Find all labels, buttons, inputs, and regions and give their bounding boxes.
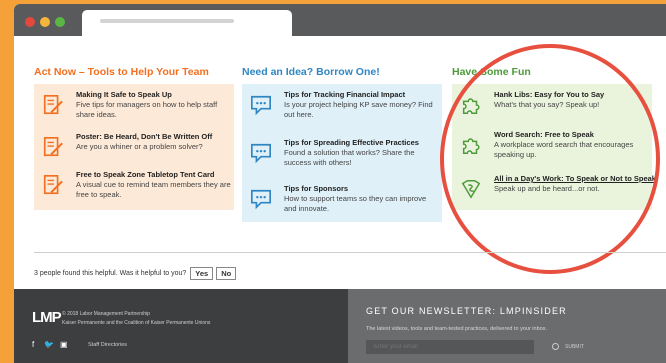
staff-directories-link[interactable]: Staff Directories bbox=[88, 342, 127, 348]
item-description: How to support teams so they can improve… bbox=[284, 194, 427, 213]
list-item[interactable]: Poster: Be Heard, Don't Be Written Off A… bbox=[34, 132, 234, 168]
need-idea-card: Tips for Tracking Financial Impact Is yo… bbox=[242, 84, 442, 222]
twitter-icon[interactable]: 🐦 bbox=[44, 340, 54, 349]
item-description: A visual cue to remind team members they… bbox=[76, 180, 231, 199]
browser-chrome bbox=[14, 4, 666, 36]
newsletter-description: The latest videos, tools and team-tested… bbox=[366, 326, 547, 332]
footer: LMP © 2018 Labor Management Partnership … bbox=[14, 289, 348, 363]
submit-label: SUBMIT bbox=[565, 343, 584, 350]
minimize-window-dot[interactable] bbox=[40, 17, 50, 27]
speech-bubble-icon bbox=[251, 189, 271, 210]
facebook-icon[interactable]: f bbox=[32, 340, 34, 349]
submit-button[interactable]: SUBMIT bbox=[552, 343, 584, 350]
document-pencil-icon bbox=[43, 95, 63, 115]
circle-arrow-icon bbox=[552, 343, 559, 350]
tab-title-placeholder bbox=[100, 19, 234, 23]
speech-bubble-icon bbox=[251, 143, 271, 164]
item-title[interactable]: Tips for Tracking Financial Impact bbox=[284, 90, 438, 99]
item-description: Is your project helping KP save money? F… bbox=[284, 100, 433, 119]
document-pencil-icon bbox=[43, 137, 63, 157]
youtube-icon[interactable]: ▣ bbox=[60, 340, 68, 349]
list-item[interactable]: Tips for Sponsors How to support teams s… bbox=[242, 184, 442, 220]
browser-tab[interactable] bbox=[82, 10, 292, 36]
item-title[interactable]: Tips for Spreading Effective Practices bbox=[284, 138, 438, 147]
maximize-window-dot[interactable] bbox=[55, 17, 65, 27]
item-title[interactable]: Making It Safe to Speak Up bbox=[76, 90, 230, 99]
email-field[interactable] bbox=[366, 340, 534, 354]
section-heading-need-idea: Need an Idea? Borrow One! bbox=[242, 66, 380, 78]
newsletter-title: GET OUR NEWSLETTER: LMPINSIDER bbox=[366, 306, 567, 316]
yes-button[interactable]: Yes bbox=[190, 266, 214, 280]
item-description: Are you a whiner or a problem solver? bbox=[76, 142, 203, 151]
item-title[interactable]: Poster: Be Heard, Don't Be Written Off bbox=[76, 132, 230, 141]
document-pencil-icon bbox=[43, 175, 63, 195]
newsletter-panel: GET OUR NEWSLETTER: LMPINSIDER The lates… bbox=[348, 289, 666, 363]
item-title[interactable]: Tips for Sponsors bbox=[284, 184, 438, 193]
list-item[interactable]: Tips for Spreading Effective Practices F… bbox=[242, 138, 442, 178]
org-text: Kaiser Permanente and the Coalition of K… bbox=[62, 320, 211, 326]
list-item[interactable]: Free to Speak Zone Tabletop Tent Card A … bbox=[34, 170, 234, 206]
close-window-dot[interactable] bbox=[25, 17, 35, 27]
no-button[interactable]: No bbox=[216, 266, 237, 280]
copyright-text: © 2018 Labor Management Partnership bbox=[62, 311, 150, 317]
list-item[interactable]: Tips for Tracking Financial Impact Is yo… bbox=[242, 90, 442, 130]
list-item[interactable]: Making It Safe to Speak Up Five tips for… bbox=[34, 90, 234, 130]
item-description: Five tips for managers on how to help st… bbox=[76, 100, 218, 119]
section-heading-act-now: Act Now – Tools to Help Your Team bbox=[34, 66, 209, 78]
browser-window: Act Now – Tools to Help Your Team Need a… bbox=[14, 4, 666, 363]
item-description: Found a solution that works? Share the s… bbox=[284, 148, 415, 167]
highlight-circle bbox=[440, 44, 660, 274]
lmp-logo[interactable]: LMP bbox=[32, 309, 62, 326]
feedback-question: 3 people found this helpful. Was it help… bbox=[34, 269, 187, 277]
item-title[interactable]: Free to Speak Zone Tabletop Tent Card bbox=[76, 170, 230, 179]
divider bbox=[34, 252, 666, 253]
speech-bubble-icon bbox=[251, 95, 271, 116]
feedback-bar: 3 people found this helpful. Was it help… bbox=[34, 266, 239, 280]
act-now-card: Making It Safe to Speak Up Five tips for… bbox=[34, 84, 234, 210]
